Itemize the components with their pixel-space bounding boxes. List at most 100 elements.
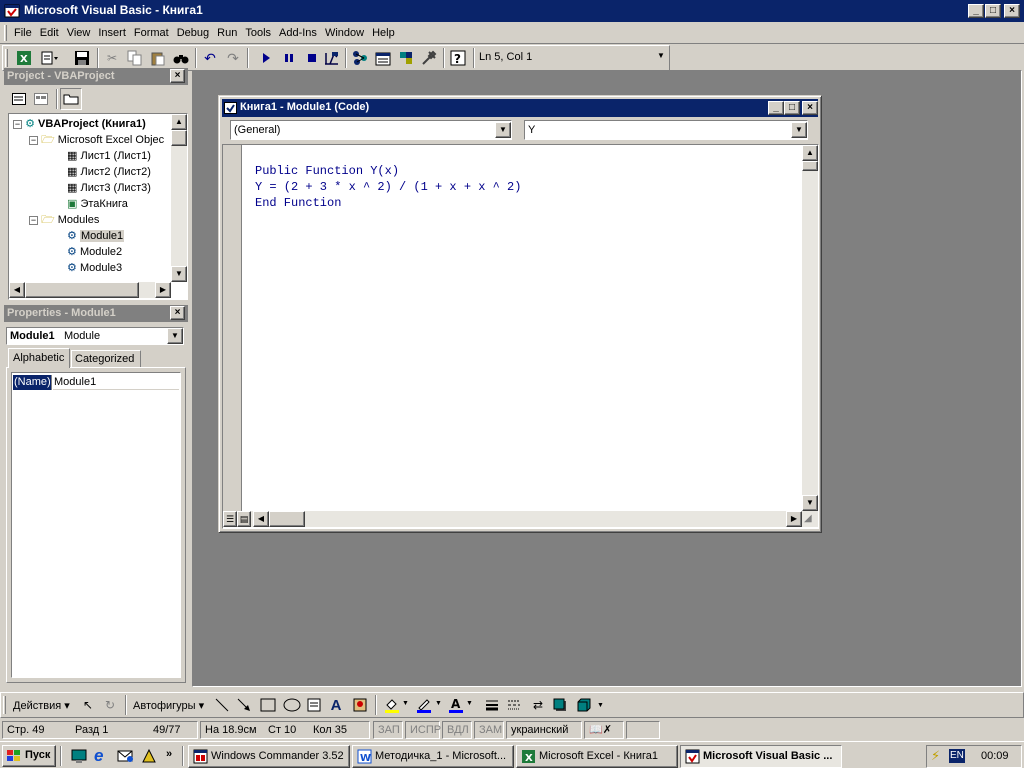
actions-menu-button[interactable]: Действия ▾ bbox=[13, 699, 70, 712]
toolbar-options-icon[interactable]: ▼ bbox=[657, 51, 665, 60]
status-spelling[interactable]: 📖✗ bbox=[584, 721, 624, 739]
menu-tools[interactable]: Tools bbox=[241, 24, 275, 42]
menu-debug[interactable]: Debug bbox=[173, 24, 213, 42]
dash-style-icon[interactable] bbox=[503, 694, 525, 716]
code-window-icon[interactable] bbox=[224, 101, 238, 115]
properties-window-icon[interactable] bbox=[372, 47, 394, 69]
scroll-up-button[interactable]: ▲ bbox=[171, 114, 187, 130]
view-object-icon[interactable] bbox=[30, 88, 52, 110]
scroll-thumb[interactable] bbox=[171, 130, 187, 146]
quicklaunch-app-icon[interactable] bbox=[140, 747, 158, 765]
arrow-icon[interactable] bbox=[233, 694, 255, 716]
hscroll-thumb[interactable] bbox=[25, 282, 139, 298]
scroll-down-button[interactable]: ▼ bbox=[171, 266, 187, 282]
code-vscrollbar[interactable]: ▲ ▼ bbox=[802, 145, 818, 511]
quicklaunch-desktop-icon[interactable] bbox=[70, 747, 88, 765]
font-color-icon[interactable]: A bbox=[445, 694, 467, 716]
break-icon[interactable] bbox=[278, 47, 300, 69]
copy-icon[interactable] bbox=[124, 47, 146, 69]
code-window-titlebar[interactable]: Книга1 - Module1 (Code) _ □ × bbox=[222, 99, 818, 117]
run-icon[interactable] bbox=[255, 47, 277, 69]
scroll-thumb[interactable] bbox=[802, 161, 818, 171]
view-code-icon[interactable] bbox=[8, 88, 30, 110]
chevron-down-icon[interactable]: ▼ bbox=[495, 122, 511, 138]
view-excel-icon[interactable]: X bbox=[13, 47, 35, 69]
tree-module-2[interactable]: ⚙ Module2 bbox=[67, 244, 122, 260]
save-icon[interactable] bbox=[71, 47, 93, 69]
project-explorer-icon[interactable] bbox=[349, 47, 371, 69]
help-icon[interactable]: ? bbox=[447, 47, 469, 69]
tree-modules-folder[interactable]: − 🗁 Modules bbox=[29, 212, 99, 228]
object-browser-icon[interactable] bbox=[395, 47, 417, 69]
collapse-icon[interactable]: − bbox=[13, 119, 22, 129]
hscroll-thumb[interactable] bbox=[269, 511, 305, 527]
paste-icon[interactable] bbox=[147, 47, 169, 69]
scroll-left-button[interactable]: ◀ bbox=[253, 511, 269, 527]
toggle-folders-icon[interactable] bbox=[60, 88, 82, 110]
code-text[interactable]: Public Function Y(x) Y = (2 + 3 * x ^ 2)… bbox=[255, 163, 521, 211]
tree-root[interactable]: − ⚙ VBAProject (Книга1) bbox=[13, 116, 146, 132]
code-editor[interactable]: Public Function Y(x) Y = (2 + 3 * x ^ 2)… bbox=[222, 144, 819, 529]
arrow-style-icon[interactable]: ⇄ bbox=[527, 694, 549, 716]
status-trk[interactable]: ИСПР bbox=[405, 721, 441, 739]
insert-module-icon[interactable] bbox=[39, 47, 61, 69]
cut-icon[interactable]: ✂ bbox=[101, 47, 123, 69]
fill-color-icon[interactable] bbox=[381, 694, 403, 716]
full-module-view-icon[interactable]: ▤ bbox=[237, 511, 251, 527]
tree-workbook[interactable]: ▣ ЭтаКнига bbox=[67, 196, 128, 212]
menu-grip[interactable] bbox=[4, 25, 7, 41]
tree-sheet-2[interactable]: ▦ Лист2 (Лист2) bbox=[67, 164, 151, 180]
tree-sheet-1[interactable]: ▦ Лист1 (Лист1) bbox=[67, 148, 151, 164]
textbox-icon[interactable] bbox=[303, 694, 325, 716]
menu-addins[interactable]: Add-Ins bbox=[275, 24, 321, 42]
chevron-down-icon[interactable]: ▼ bbox=[435, 700, 442, 707]
taskbar-button-excel[interactable]: X Microsoft Excel - Книга1 bbox=[516, 745, 678, 768]
code-maximize-button[interactable]: □ bbox=[784, 101, 800, 115]
project-close-button[interactable]: × bbox=[170, 69, 185, 83]
scroll-left-button[interactable]: ◀ bbox=[9, 282, 25, 298]
maximize-button[interactable]: □ bbox=[985, 4, 1001, 18]
design-mode-icon[interactable] bbox=[321, 47, 343, 69]
clipart-icon[interactable] bbox=[349, 694, 371, 716]
vb-app-icon[interactable] bbox=[4, 3, 20, 19]
minimize-button[interactable]: _ bbox=[968, 4, 984, 18]
status-language[interactable]: украинский bbox=[506, 721, 582, 739]
property-name-cell[interactable]: (Name) bbox=[13, 375, 52, 390]
chevron-down-icon[interactable]: ▼ bbox=[402, 700, 409, 707]
wordart-icon[interactable]: A bbox=[325, 694, 347, 716]
menu-edit[interactable]: Edit bbox=[36, 24, 63, 42]
chevron-down-icon[interactable]: ▼ bbox=[167, 328, 183, 344]
tray-clock[interactable]: 00:09 bbox=[981, 750, 1009, 762]
3d-icon[interactable] bbox=[573, 694, 595, 716]
procedure-view-icon[interactable]: ☰ bbox=[223, 511, 237, 527]
toolbar-grip[interactable] bbox=[5, 49, 8, 67]
code-hscrollbar[interactable]: ☰ ▤ ◀ ▶ ◢ bbox=[223, 511, 818, 527]
tree-sheet-3[interactable]: ▦ Лист3 (Лист3) bbox=[67, 180, 151, 196]
property-value-cell[interactable]: Module1 bbox=[53, 375, 179, 390]
select-objects-icon[interactable]: ↖ bbox=[77, 694, 99, 716]
code-close-button[interactable]: × bbox=[802, 101, 818, 115]
free-rotate-icon[interactable]: ↻ bbox=[99, 694, 121, 716]
margin-indicator-bar[interactable] bbox=[223, 145, 242, 511]
menu-run[interactable]: Run bbox=[213, 24, 241, 42]
tab-alphabetic[interactable]: Alphabetic bbox=[8, 348, 70, 368]
tray-language[interactable]: EN bbox=[949, 749, 965, 763]
quicklaunch-ie-icon[interactable]: e bbox=[94, 746, 114, 766]
scroll-right-button[interactable]: ▶ bbox=[786, 511, 802, 527]
scroll-up-button[interactable]: ▲ bbox=[802, 145, 818, 161]
close-button[interactable]: × bbox=[1004, 4, 1020, 18]
object-combo[interactable]: (General) ▼ bbox=[230, 120, 512, 140]
line-icon[interactable] bbox=[211, 694, 233, 716]
start-button[interactable]: Пуск bbox=[2, 745, 56, 767]
toolbar-grip[interactable] bbox=[3, 696, 6, 714]
properties-object-combo[interactable]: Module1 Module ▼ bbox=[6, 327, 184, 345]
properties-close-button[interactable]: × bbox=[170, 306, 185, 320]
tree-hscrollbar[interactable]: ◀ ▶ bbox=[9, 282, 171, 298]
shadow-icon[interactable] bbox=[549, 694, 571, 716]
app-title-bar[interactable]: Microsoft Visual Basic - Книга1 _ □ × bbox=[0, 0, 1024, 22]
chevron-down-icon[interactable]: ▼ bbox=[597, 702, 604, 709]
procedure-combo[interactable]: Y ▼ bbox=[524, 120, 808, 140]
toolbox-icon[interactable] bbox=[418, 47, 440, 69]
menu-view[interactable]: View bbox=[63, 24, 95, 42]
tree-vscrollbar[interactable]: ▲ ▼ bbox=[171, 114, 187, 282]
